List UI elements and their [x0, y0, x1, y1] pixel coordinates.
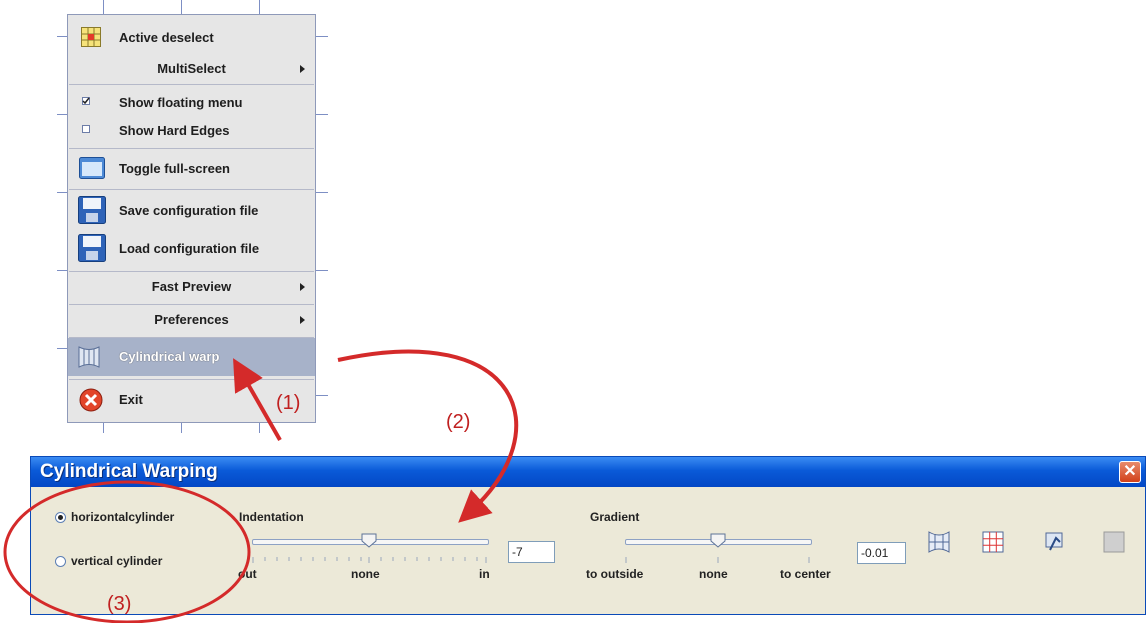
- annotation-arrow-2: [337, 349, 519, 523]
- annotation-label-2: (2): [446, 411, 471, 433]
- annotation-overlay: [3, 349, 519, 623]
- annotation-label-3: (3): [107, 593, 132, 615]
- annotation-arrow-1: [233, 358, 282, 441]
- annotation-label-1: (1): [276, 392, 301, 414]
